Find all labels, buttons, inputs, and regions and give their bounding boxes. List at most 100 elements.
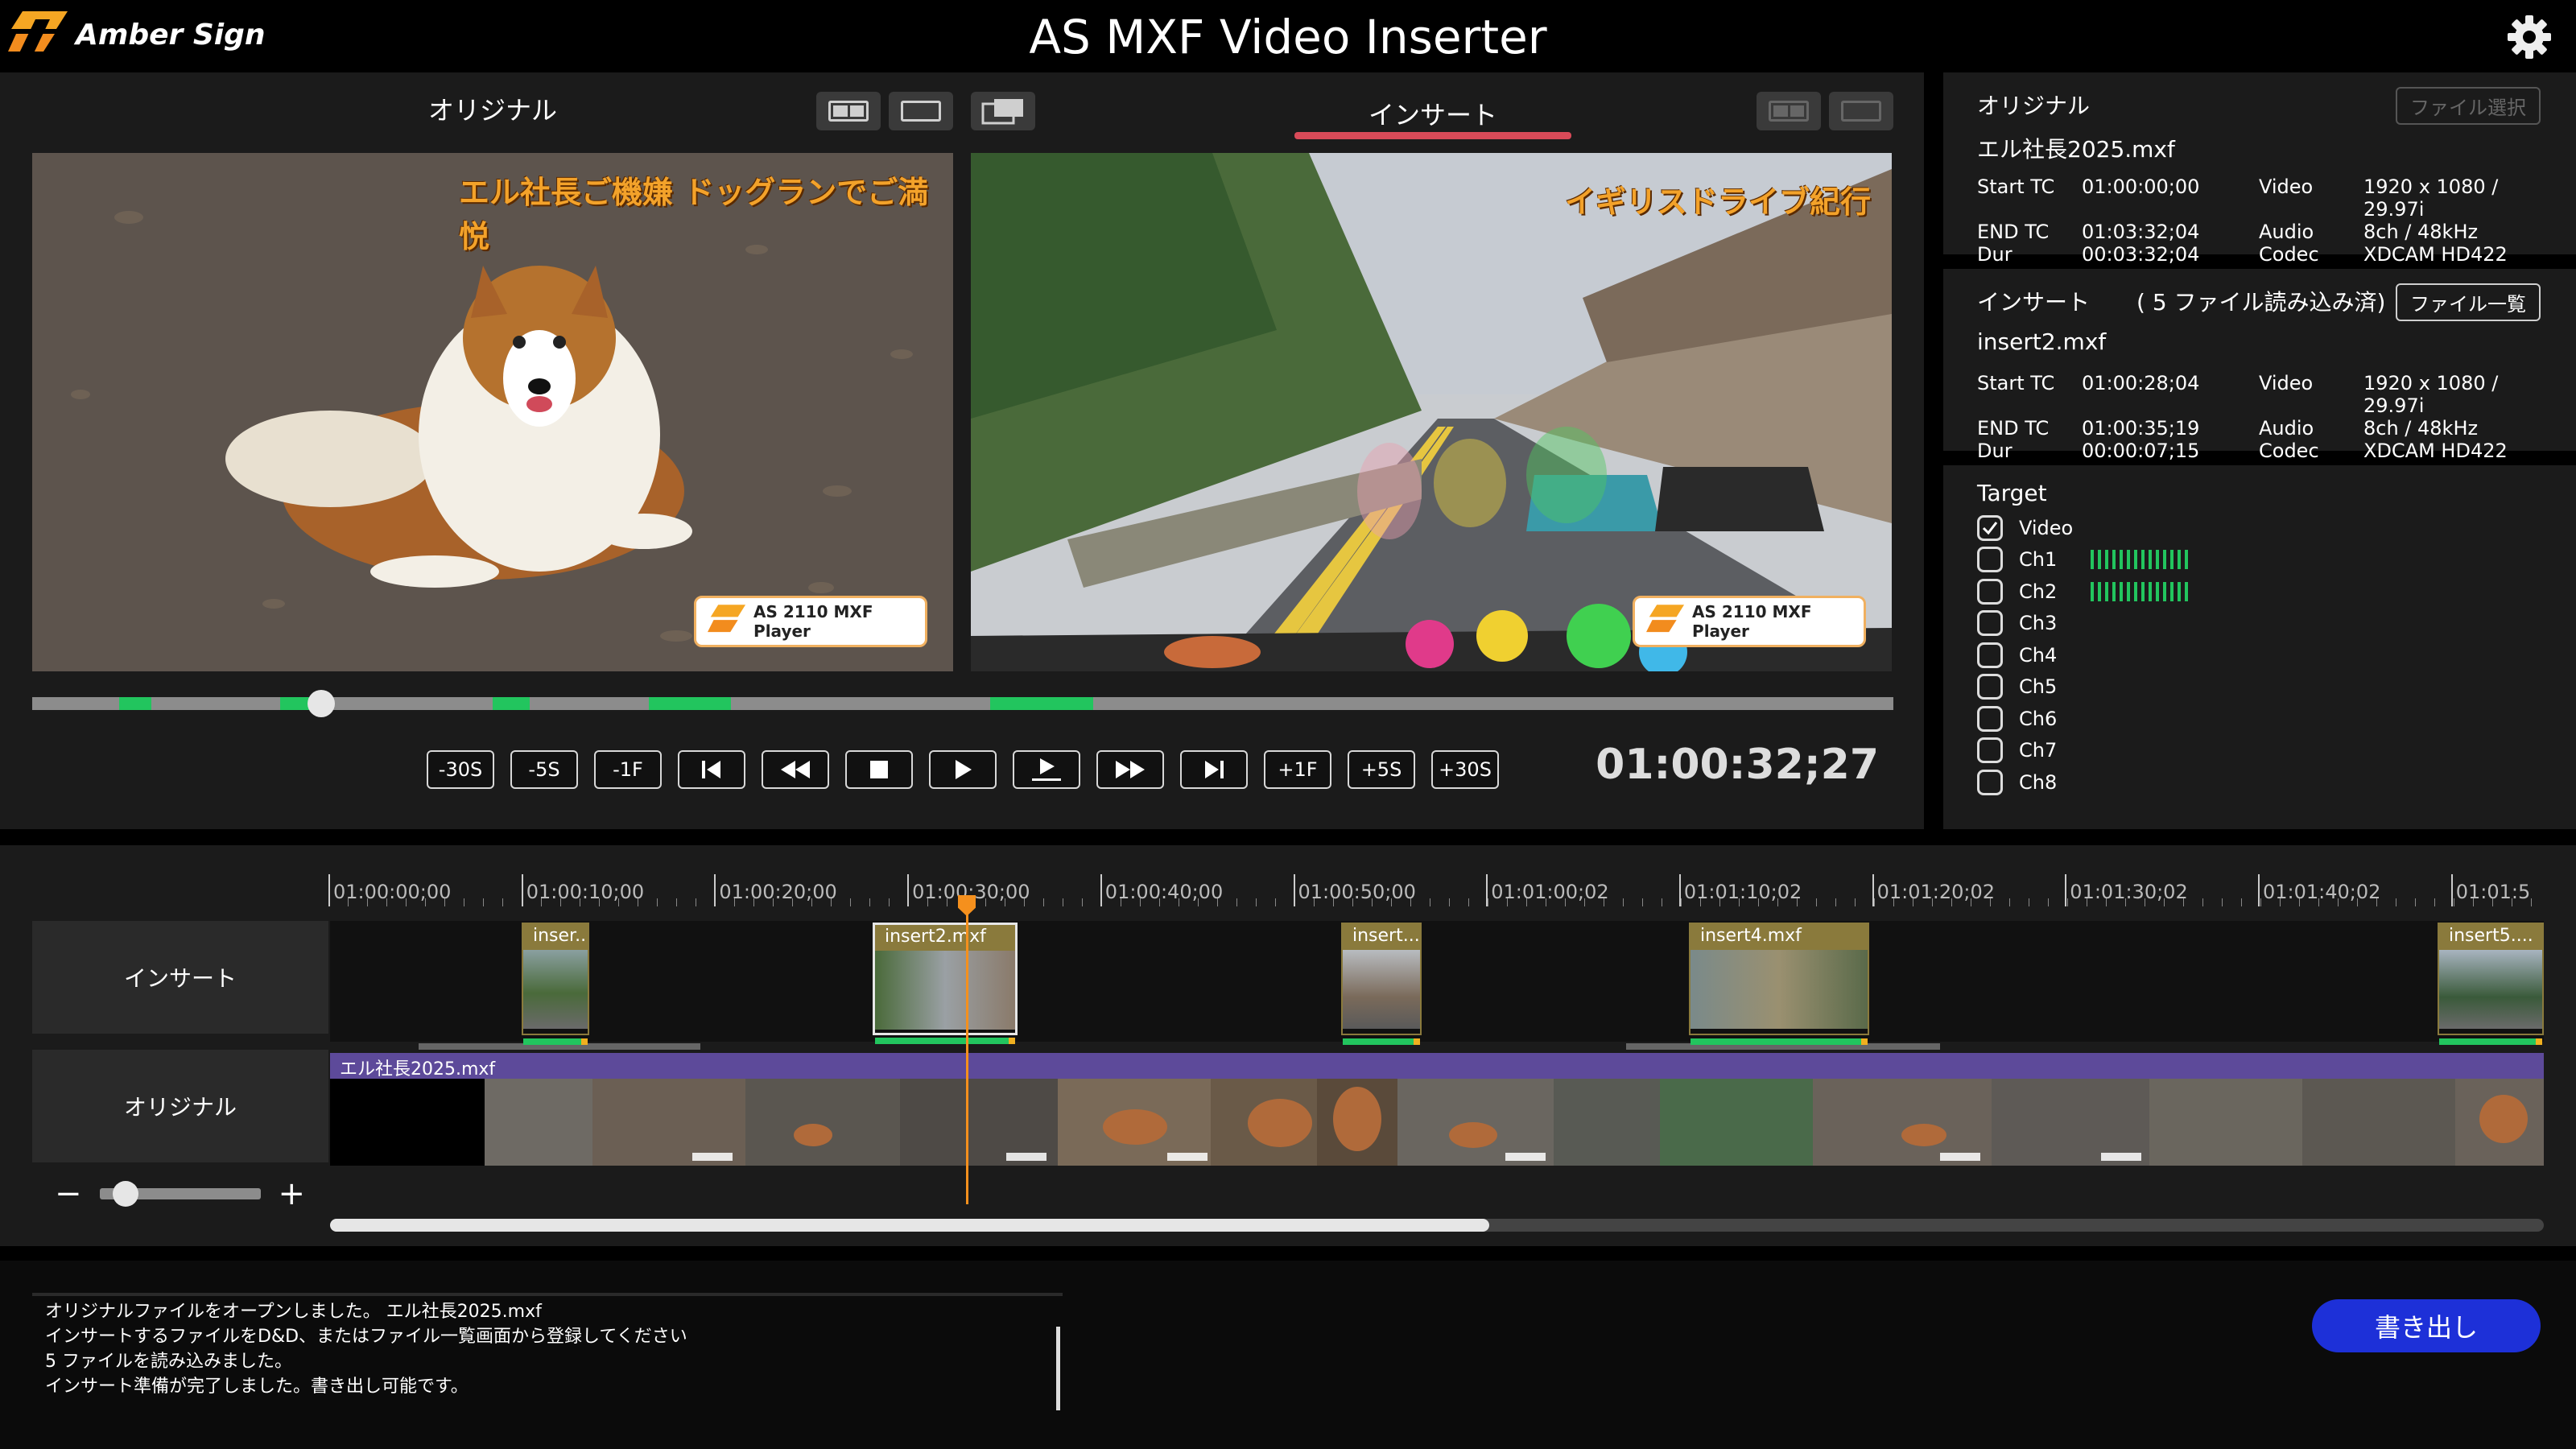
ruler-label: 01:00:20;00 [719,881,837,903]
original-filename: エル社長2025.mxf [1977,136,2175,163]
insert-info-panel: インサート ( 5 ファイル読み込み済) ファイル一覧 insert2.mxf … [1943,269,2576,462]
target-item-ch7[interactable]: Ch7 [1977,735,2188,767]
zoom-slider[interactable] [99,1181,261,1207]
forward-30s-button[interactable]: +30S [1431,750,1499,789]
skip-start-icon [702,761,720,778]
log-panel: オリジナルファイルをオープンしました。 エル社長2025.mxf インサートする… [0,1261,2576,1449]
target-label: Ch2 [2019,580,2058,603]
forward-5s-button[interactable]: +5S [1348,750,1415,789]
log-line: インサート準備が完了しました。書き出し可能です。 [45,1377,469,1397]
stop-icon [870,761,888,778]
ruler-label: 01:00:10;00 [526,881,645,903]
back-1f-button[interactable]: -1F [594,750,662,789]
play-button[interactable] [929,750,997,789]
play-marker-icon [1032,758,1061,781]
rewind-button[interactable] [762,750,829,789]
gear-icon[interactable] [2507,14,2552,60]
ruler-label: 01:01:5 [2455,881,2531,903]
forward-1f-button[interactable]: +1F [1264,750,1331,789]
file-list-button[interactable]: ファイル一覧 [2396,283,2541,321]
target-label: Ch7 [2019,739,2058,762]
ruler-tick: 01:01:20;02 [1872,874,1995,906]
insert-clip[interactable]: insert... [1341,923,1422,1045]
pip-view-button[interactable] [971,92,1035,130]
insert-split-view-button[interactable] [1757,92,1821,130]
ruler-tick: 01:01:40;02 [2258,874,2380,906]
zoom-slider-handle[interactable] [112,1181,138,1207]
zoom-out-icon[interactable]: − [55,1175,82,1212]
tab-insert-underline [1294,132,1571,139]
insert-meta: Start TC 01:00:28;04 Video 1920 x 1080 / 29… [1977,372,2508,462]
seek-handle[interactable] [308,690,335,717]
insert-caption: イギリスドライブ紀行 [1565,184,1872,220]
target-item-ch3[interactable]: Ch3 [1977,608,2188,640]
target-checkbox[interactable] [1977,514,2003,541]
insert-track[interactable]: inser... insert2.mxf insert... insert4.m… [330,921,2544,1050]
stop-button[interactable] [845,750,913,789]
ruler-tick: 01:01:10;02 [1678,874,1802,906]
target-checkbox[interactable] [1977,737,2003,764]
audio-level-meter [2091,550,2189,570]
timeline-ruler[interactable]: 01:00:00;00 01:00:10;00 01:00:20;00 01:00:3… [328,874,2544,919]
file-select-button[interactable]: ファイル選択 [2396,87,2541,125]
insert-clip[interactable]: insert5.... [2438,923,2544,1045]
play-marker-button[interactable] [1013,750,1080,789]
back-5s-button[interactable]: -5S [510,750,578,789]
pip-icon [981,99,1023,125]
zoom-in-icon[interactable]: + [279,1175,306,1212]
target-checkbox[interactable] [1977,642,2003,668]
insert-marker [493,697,530,710]
ruler-label: 01:01:30;02 [2070,881,2188,903]
original-info-title: オリジナル [1977,93,2091,119]
original-player-badge: AS 2110 MXF Player [694,596,927,647]
target-checkbox[interactable] [1977,610,2003,637]
ruler-label: 01:01:40;02 [2263,881,2381,903]
target-checkbox[interactable] [1977,578,2003,605]
original-pane-label: オリジナル [427,95,557,126]
insert-marker [649,697,731,710]
target-item-ch6[interactable]: Ch6 [1977,703,2188,735]
check-icon [1982,521,1998,535]
target-item-ch8[interactable]: Ch8 [1977,766,2188,799]
single-view-button[interactable] [889,92,953,130]
insert-single-view-button[interactable] [1829,92,1893,130]
target-checkbox[interactable] [1977,705,2003,732]
skip-end-button[interactable] [1180,750,1248,789]
ruler-label: 01:01:00;02 [1491,881,1609,903]
target-item-ch5[interactable]: Ch5 [1977,671,2188,704]
target-item-ch2[interactable]: Ch2 [1977,576,2189,608]
target-item-video[interactable]: Video [1977,512,2188,544]
target-label: Ch3 [2019,612,2058,635]
target-panel: Target Video Ch1 Ch2 Ch3 Ch4 Ch5 Ch6 Ch7 Ch8 [1943,465,2576,829]
split-view-button[interactable] [816,92,881,130]
log-line: インサートするファイルをD&D、またはファイル一覧画面から登録してください [45,1327,687,1347]
insert-clip-selected[interactable]: insert2.mxf [873,923,1018,1044]
timeline-scrollbar[interactable] [330,1219,2544,1232]
road-frame-image [971,153,1892,671]
tab-insert[interactable]: インサート [1294,95,1571,132]
log-line: 5 ファイルを読み込みました。 [45,1352,292,1372]
insert-marker [990,697,1093,710]
insert-info-title: インサート [1977,289,2091,316]
target-checkbox[interactable] [1977,769,2003,795]
playhead-line[interactable] [966,898,968,1204]
insert-clip[interactable]: insert4.mxf [1689,923,1869,1045]
original-clip-bar[interactable]: エル社長2025.mxf [330,1053,2544,1080]
original-filmstrip[interactable] [330,1079,2544,1166]
back-30s-button[interactable]: -30S [427,750,494,789]
target-checkbox[interactable] [1977,547,2003,573]
seek-bar[interactable] [32,690,1893,717]
skip-end-icon [1205,761,1224,778]
fast-forward-button[interactable] [1096,750,1164,789]
ruler-tick: 01:00:00;00 [328,874,451,906]
target-item-ch1[interactable]: Ch1 [1977,544,2189,576]
timeline-scrollbar-thumb[interactable] [330,1219,1489,1232]
export-button[interactable]: 書き出し [2312,1299,2541,1352]
insert-clip[interactable]: inser... [522,923,589,1045]
target-checkbox[interactable] [1977,674,2003,700]
skip-start-button[interactable] [678,750,745,789]
original-caption: エル社長ご機嫌 ドッグランでご満悦 [459,175,929,254]
app-title: AS MXF Video Inserter [1029,10,1547,64]
log-scrollbar[interactable] [1056,1327,1060,1410]
target-item-ch4[interactable]: Ch4 [1977,639,2188,671]
